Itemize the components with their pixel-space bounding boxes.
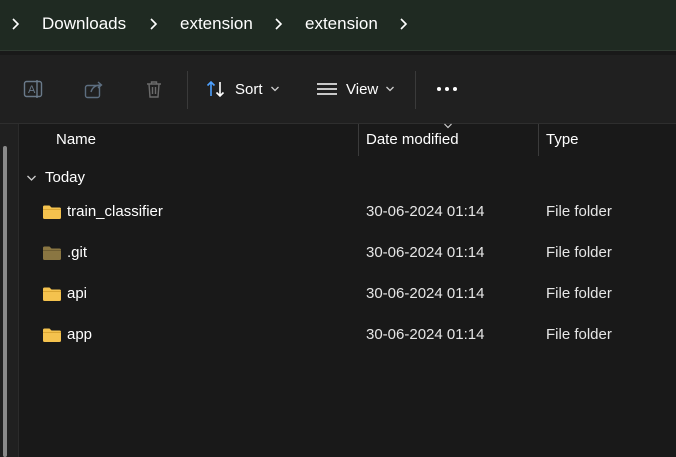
column-header-date-modified[interactable]: Date modified xyxy=(366,131,459,148)
file-name: train_classifier xyxy=(67,203,163,220)
sort-button[interactable]: Sort xyxy=(205,55,280,123)
chevron-right-icon[interactable] xyxy=(148,16,162,32)
file-date-modified: 30-06-2024 01:14 xyxy=(366,285,485,302)
table-row[interactable]: api 30-06-2024 01:14 File folder xyxy=(18,274,676,315)
command-bar: A Sort View xyxy=(0,55,676,124)
breadcrumb-item-extension[interactable]: extension xyxy=(180,14,253,34)
chevron-right-icon[interactable] xyxy=(398,16,412,32)
toolbar-divider xyxy=(187,71,188,109)
group-label: Today xyxy=(45,169,86,186)
trash-icon xyxy=(147,81,161,98)
table-row[interactable]: .git 30-06-2024 01:14 File folder xyxy=(18,233,676,274)
table-row[interactable]: app 30-06-2024 01:14 File folder xyxy=(18,315,676,356)
breadcrumb: Downloads extension extension xyxy=(0,0,676,51)
breadcrumb-item-extension-current[interactable]: extension xyxy=(305,14,378,34)
delete-button[interactable] xyxy=(142,55,166,123)
chevron-down-icon xyxy=(27,175,36,181)
file-type: File folder xyxy=(546,203,612,220)
file-date-modified: 30-06-2024 01:14 xyxy=(366,203,485,220)
file-name: app xyxy=(67,326,93,343)
file-date-modified: 30-06-2024 01:14 xyxy=(366,326,485,343)
column-header-name[interactable]: Name xyxy=(56,131,96,148)
rename-icon: A xyxy=(23,80,43,98)
chevron-right-icon[interactable] xyxy=(273,16,287,32)
toolbar-divider xyxy=(415,71,416,109)
file-name: .git xyxy=(67,244,88,261)
scrollbar[interactable] xyxy=(3,146,7,457)
file-type: File folder xyxy=(546,244,612,261)
folder-hidden-icon xyxy=(43,246,61,260)
sort-label: Sort xyxy=(235,80,263,98)
more-options-button[interactable] xyxy=(436,55,458,123)
column-header-type[interactable]: Type xyxy=(546,131,579,148)
chevron-down-icon xyxy=(386,86,395,92)
group-header-today[interactable]: Today xyxy=(26,169,85,186)
folder-icon xyxy=(43,287,61,301)
file-type: File folder xyxy=(546,285,612,302)
view-label: View xyxy=(346,80,379,98)
table-row[interactable]: train_classifier 30-06-2024 01:14 File f… xyxy=(18,192,676,233)
view-button[interactable]: View xyxy=(316,55,395,123)
sort-indicator-icon xyxy=(444,123,452,129)
column-divider[interactable] xyxy=(538,124,539,156)
breadcrumb-item-downloads[interactable]: Downloads xyxy=(42,14,126,34)
navigation-pane xyxy=(0,124,19,457)
folder-icon xyxy=(43,328,61,342)
view-icon xyxy=(317,83,337,95)
share-icon xyxy=(84,81,103,99)
chevron-right-icon[interactable] xyxy=(10,16,24,32)
file-type: File folder xyxy=(546,326,612,343)
rename-button[interactable]: A xyxy=(22,55,46,123)
chevron-down-icon xyxy=(270,86,279,92)
sort-icon xyxy=(206,80,225,98)
more-icon xyxy=(437,87,457,91)
column-divider[interactable] xyxy=(358,124,359,156)
svg-text:A: A xyxy=(28,84,36,96)
folder-icon xyxy=(43,205,61,219)
share-button[interactable] xyxy=(82,55,106,123)
file-date-modified: 30-06-2024 01:14 xyxy=(366,244,485,261)
file-name: api xyxy=(67,285,88,302)
